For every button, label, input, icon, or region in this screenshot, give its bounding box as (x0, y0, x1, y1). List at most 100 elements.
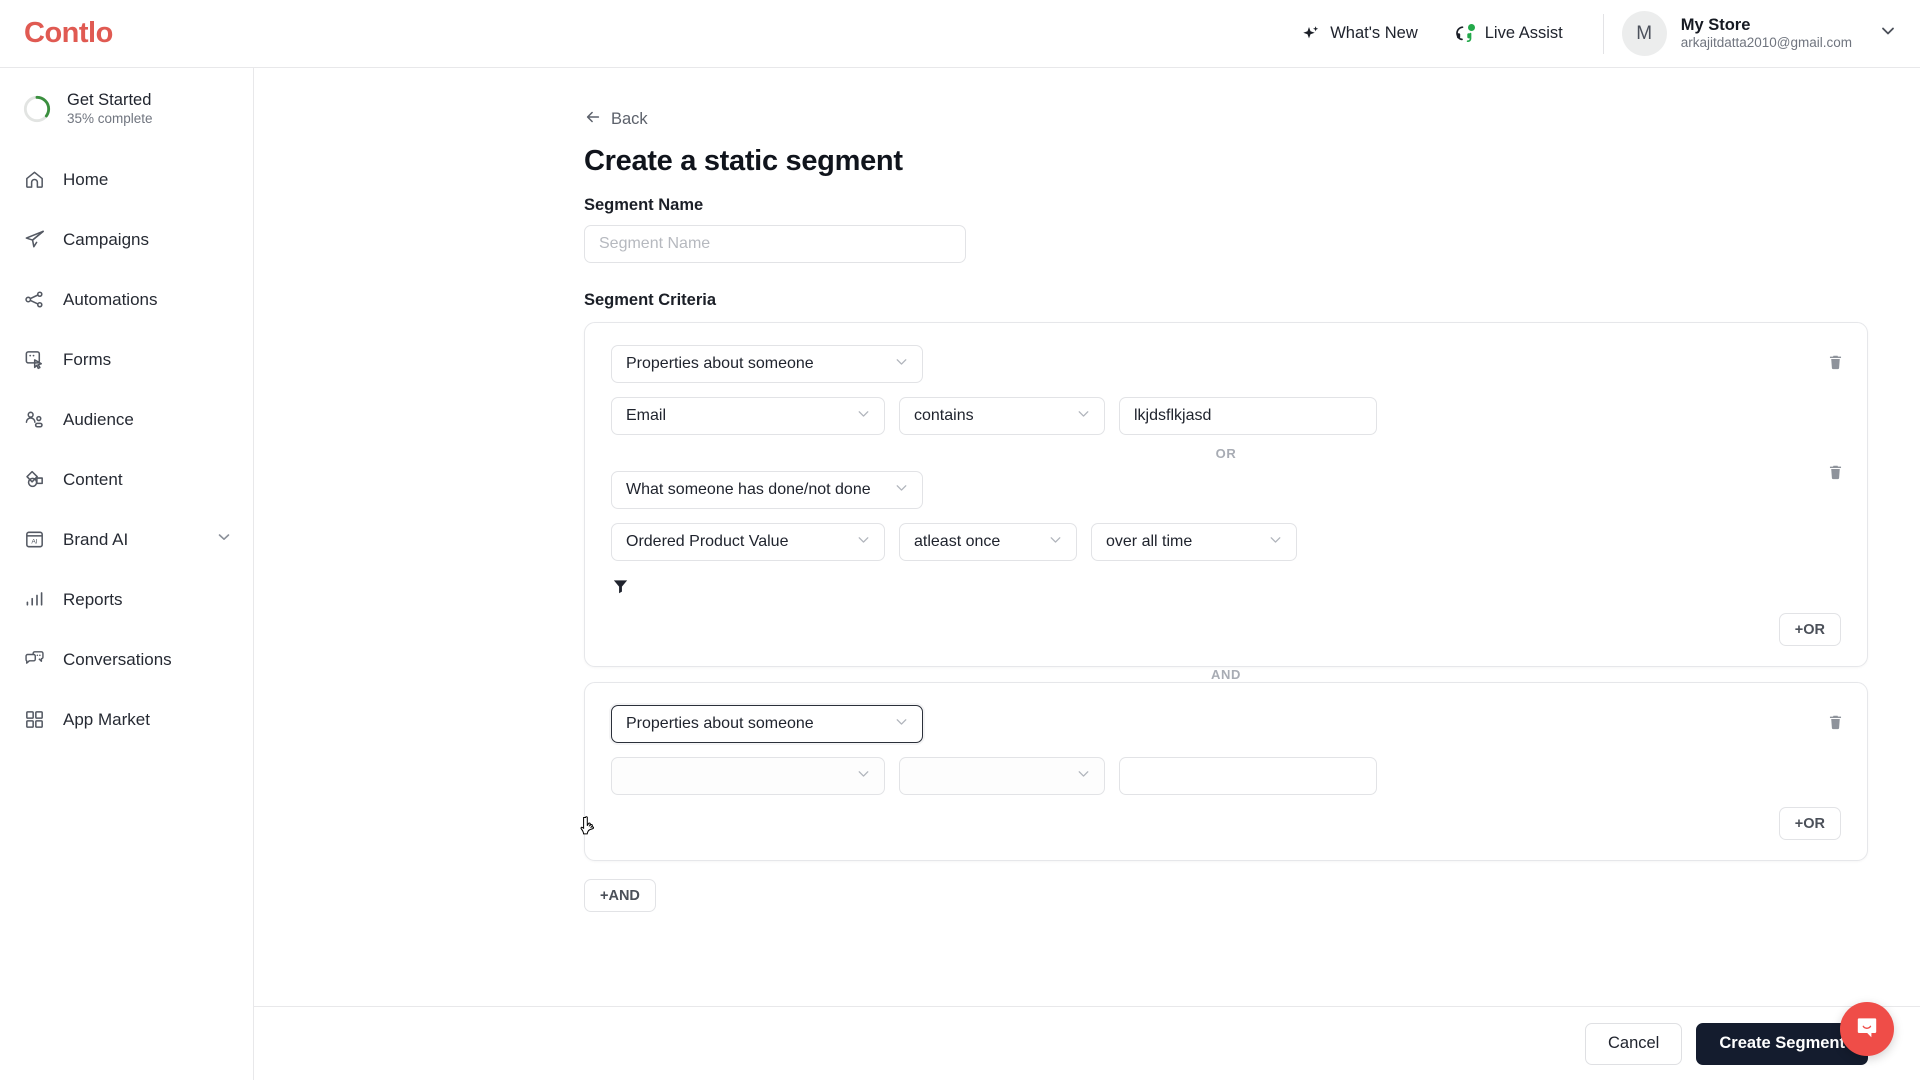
condition-field-value: Email (626, 407, 667, 424)
add-or-button[interactable]: +OR (1778, 613, 1841, 646)
condition-operator-select[interactable]: contains (899, 397, 1105, 435)
condition-field-select[interactable]: Ordered Product Value (611, 523, 885, 561)
delete-condition-button[interactable] (1826, 353, 1845, 377)
shapes-icon (22, 468, 46, 492)
or-separator: OR (1215, 446, 1237, 461)
delete-condition-button[interactable] (1826, 713, 1845, 737)
top-bar: Contlo What's New Live Assist M My Store… (0, 0, 1920, 68)
paper-plane-icon (22, 228, 46, 252)
group-2-type-row: Properties about someone (611, 705, 1841, 743)
sidebar-item-label: Forms (63, 349, 112, 369)
add-or-button[interactable]: +OR (1778, 807, 1841, 840)
chevron-down-icon (855, 765, 872, 787)
live-assist-button[interactable]: Live Assist (1436, 14, 1581, 54)
chevron-down-icon[interactable] (215, 528, 233, 551)
whats-new-button[interactable]: What's New (1283, 14, 1436, 54)
home-icon (22, 168, 46, 192)
main-scroll-area: Back Create a static segment Segment Nam… (254, 68, 1920, 1006)
criteria-group-2: Properties about someone +OR (584, 682, 1868, 861)
sparkle-icon (1301, 24, 1321, 44)
svg-text:AI: AI (31, 538, 37, 545)
criteria-type-value: What someone has done/not done (626, 481, 871, 498)
live-assist-status-dot (1467, 23, 1475, 31)
headset-icon (1454, 23, 1476, 44)
condition-value-input[interactable] (1119, 397, 1377, 435)
live-assist-label: Live Assist (1484, 24, 1563, 42)
add-filter-icon[interactable] (611, 577, 1841, 601)
condition-timeframe-value: over all time (1106, 533, 1193, 550)
sidebar-nav: Home Campaigns Automations Forms Audienc… (0, 150, 253, 750)
body-row: Get Started 35% complete Home Campaigns … (0, 68, 1920, 1080)
page-content: Back Create a static segment Segment Nam… (254, 108, 1920, 912)
criteria-type-select[interactable]: What someone has done/not done (611, 471, 923, 509)
sidebar-item-label: App Market (63, 709, 150, 729)
whats-new-label: What's New (1330, 24, 1418, 42)
sidebar-item-audience[interactable]: Audience (0, 390, 253, 450)
add-and-button[interactable]: +AND (584, 879, 656, 912)
sidebar-item-brand-ai[interactable]: AI Brand AI (0, 510, 253, 570)
and-separator: AND (1211, 667, 1241, 682)
sidebar-item-label: Audience (63, 409, 134, 429)
sidebar-item-conversations[interactable]: Conversations (0, 630, 253, 690)
sidebar-item-label: Reports (63, 589, 123, 609)
grid-squares-icon (22, 708, 46, 732)
sidebar-item-home[interactable]: Home (0, 150, 253, 210)
account-text: My Store arkajitdatta2010@gmail.com (1681, 15, 1852, 53)
sidebar-item-label: Campaigns (63, 229, 149, 249)
sidebar: Get Started 35% complete Home Campaigns … (0, 68, 254, 1080)
condition-field-select[interactable] (611, 757, 885, 795)
arrow-left-icon (584, 108, 602, 131)
delete-condition-button[interactable] (1826, 463, 1845, 487)
sidebar-item-content[interactable]: Content (0, 450, 253, 510)
sidebar-item-label: Content (63, 469, 123, 489)
condition-timeframe-select[interactable]: over all time (1091, 523, 1297, 561)
criteria-type-select[interactable]: Properties about someone (611, 705, 923, 743)
account-store-name: My Store (1680, 15, 1751, 34)
cancel-button[interactable]: Cancel (1584, 1022, 1683, 1065)
main-column: Back Create a static segment Segment Nam… (254, 68, 1920, 1080)
group-1-condition-2-type-row: What someone has done/not done (611, 471, 1841, 509)
footer-bar: Cancel Create Segment (254, 1006, 1920, 1080)
group-1-condition-2: Ordered Product Value atleast once over … (611, 523, 1841, 561)
segment-criteria-label: Segment Criteria (584, 291, 717, 309)
account-menu[interactable]: M My Store arkajitdatta2010@gmail.com (1621, 11, 1920, 56)
chevron-down-icon (1878, 21, 1898, 46)
chevron-down-icon (893, 713, 910, 735)
app-root: Contlo What's New Live Assist M My Store… (0, 0, 1920, 1080)
nodes-icon (22, 288, 46, 312)
criteria-type-value: Properties about someone (626, 355, 814, 372)
people-icon (22, 408, 46, 432)
brand-logo[interactable]: Contlo (0, 17, 254, 50)
criteria-type-select[interactable]: Properties about someone (611, 345, 923, 383)
sidebar-item-forms[interactable]: Forms (0, 330, 253, 390)
sidebar-get-started[interactable]: Get Started 35% complete (0, 82, 253, 136)
sidebar-item-automations[interactable]: Automations (0, 270, 253, 330)
get-started-title: Get Started (67, 91, 152, 109)
back-link[interactable]: Back (584, 108, 648, 131)
condition-frequency-value: atleast once (914, 533, 1001, 550)
chat-bubble-icon (1854, 1014, 1880, 1045)
bar-chart-icon (22, 588, 46, 612)
chat-widget-button[interactable] (1840, 1002, 1894, 1056)
page-title: Create a static segment (584, 145, 903, 177)
condition-field-value: Ordered Product Value (626, 533, 789, 550)
condition-frequency-select[interactable]: atleast once (899, 523, 1077, 561)
group-2-or-wrap: +OR (611, 807, 1841, 840)
chevron-down-icon (893, 479, 910, 501)
group-1-condition-1: Email contains (611, 397, 1841, 435)
condition-field-select[interactable]: Email (611, 397, 885, 435)
chevron-down-icon (855, 531, 872, 553)
avatar: M (1621, 11, 1667, 56)
sidebar-item-label: Automations (63, 289, 158, 309)
topbar-divider (1602, 13, 1604, 54)
segment-name-input[interactable] (584, 225, 966, 263)
form-cursor-icon (22, 348, 46, 372)
ai-box-icon: AI (22, 528, 46, 552)
condition-operator-select[interactable] (899, 757, 1105, 795)
criteria-type-value: Properties about someone (626, 715, 814, 732)
condition-value-input[interactable] (1119, 757, 1377, 795)
get-started-progress: 35% complete (67, 110, 153, 126)
sidebar-item-reports[interactable]: Reports (0, 570, 253, 630)
sidebar-item-campaigns[interactable]: Campaigns (0, 210, 253, 270)
sidebar-item-app-market[interactable]: App Market (0, 690, 253, 750)
